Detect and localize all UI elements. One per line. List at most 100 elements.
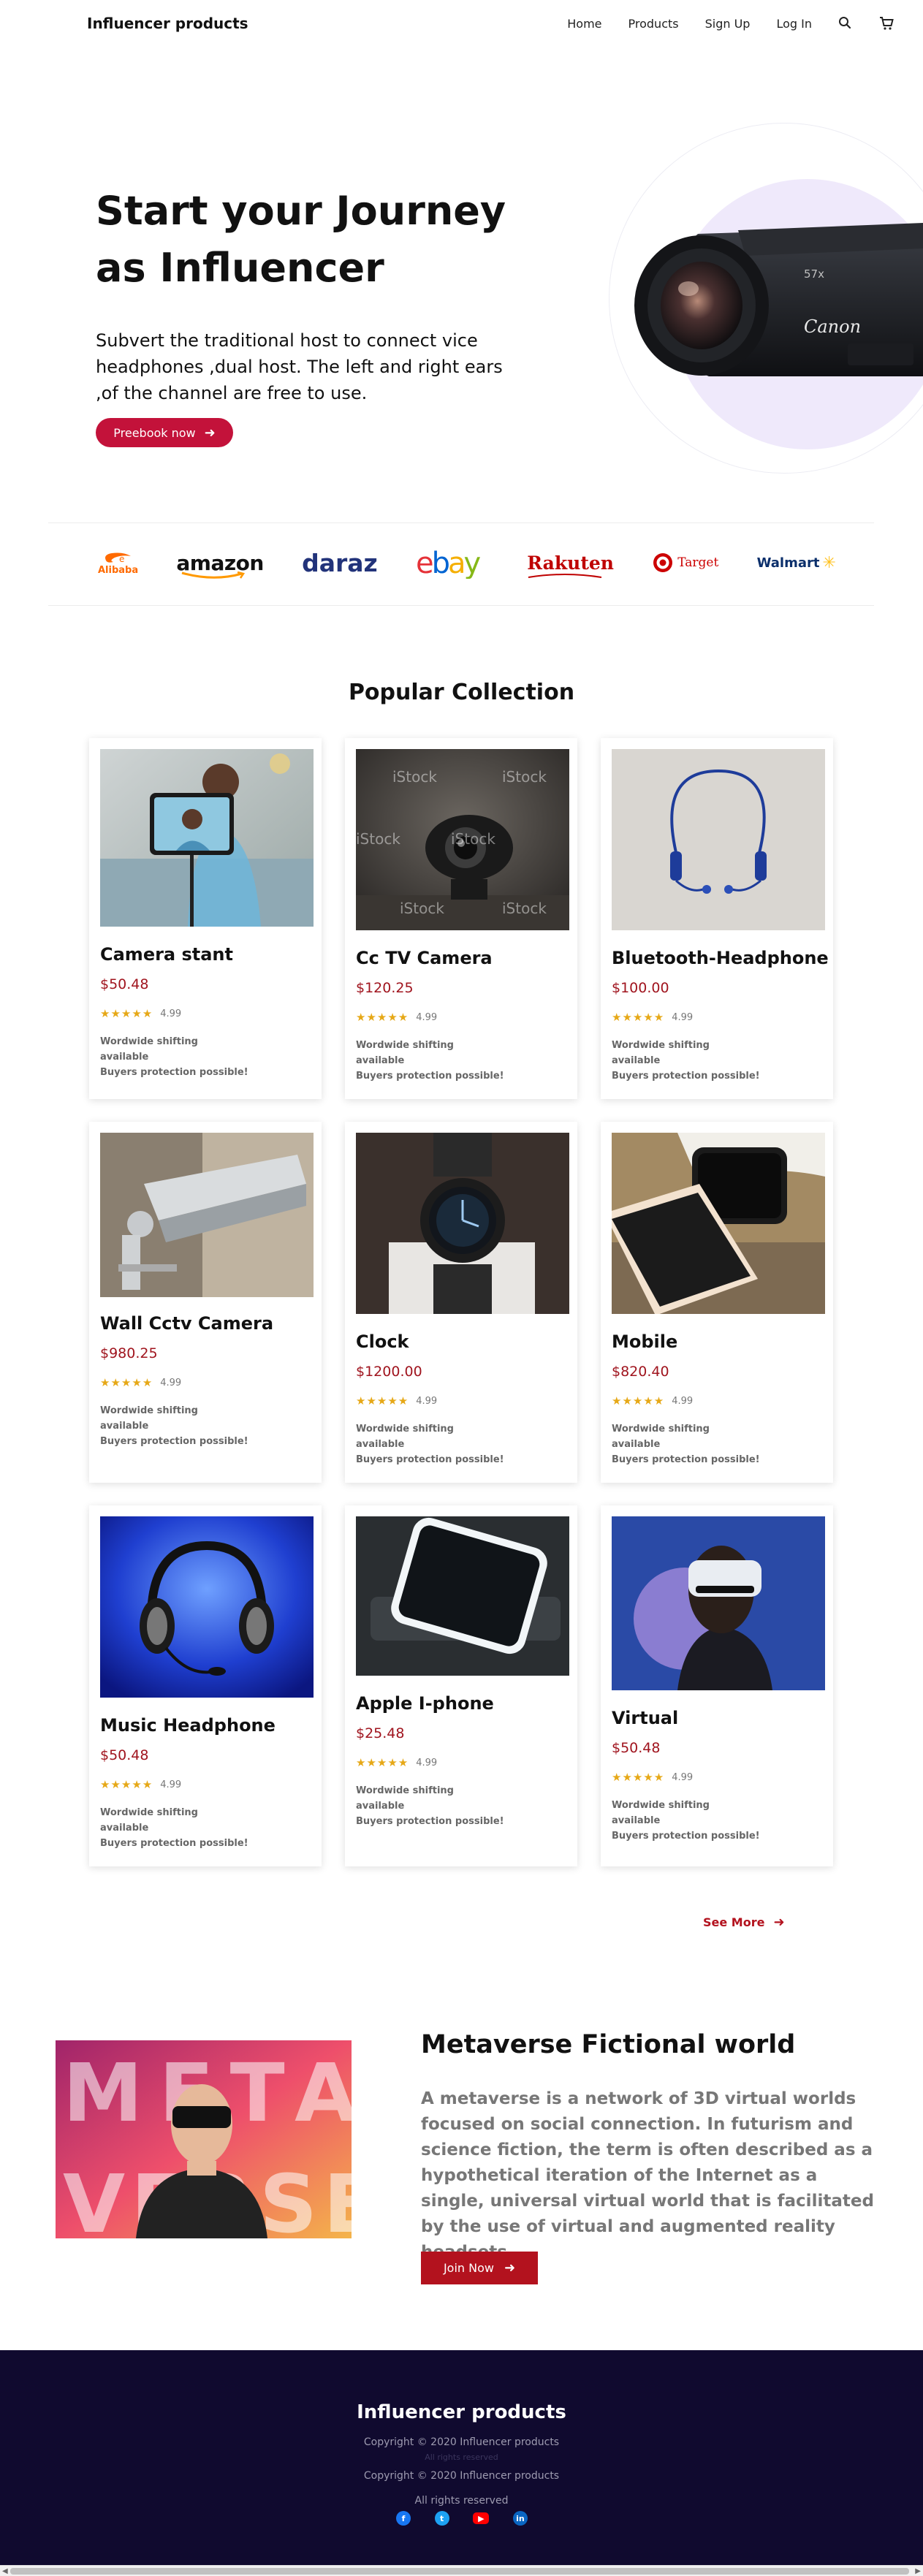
rating-value: 4.99 bbox=[416, 1395, 438, 1407]
alibaba-logo[interactable]: e Alibaba bbox=[98, 544, 138, 581]
alibaba-logo-text: Alibaba bbox=[98, 564, 139, 576]
product-image-camera-stand bbox=[100, 749, 314, 927]
product-name[interactable]: Apple I-phone bbox=[356, 1693, 494, 1714]
facebook-icon[interactable]: f bbox=[396, 2511, 411, 2526]
istock-watermark: iStock bbox=[451, 830, 495, 848]
product-card[interactable]: Bluetooth-Headphone $100.00 ★★★★★ 4.99 Wo… bbox=[601, 738, 833, 1099]
nav-link-home[interactable]: Home bbox=[567, 17, 601, 31]
youtube-icon[interactable]: ▶ bbox=[473, 2512, 490, 2524]
svg-text:e: e bbox=[119, 554, 124, 564]
info-shipping: Wordwide shifting bbox=[100, 1405, 198, 1416]
nav-links: Home Products Sign Up Log In bbox=[541, 16, 894, 31]
rakuten-logo-text: Rakuten bbox=[527, 552, 614, 574]
product-name[interactable]: Music Headphone bbox=[100, 1715, 276, 1736]
product-card[interactable]: Virtual $50.48 ★★★★★ 4.99 Wordwide shifti… bbox=[601, 1505, 833, 1866]
rating-value: 4.99 bbox=[672, 1395, 694, 1407]
linkedin-icon[interactable]: in bbox=[512, 2511, 528, 2526]
popular-collection-title: Popular Collection bbox=[348, 680, 575, 705]
product-rating: ★★★★★ 4.99 bbox=[612, 1011, 693, 1024]
brand-logo[interactable]: Influencer products bbox=[87, 15, 248, 32]
join-now-button[interactable]: Join Now ➜ bbox=[421, 2252, 538, 2284]
join-now-label: Join Now bbox=[443, 2261, 494, 2275]
footer-brand: Influencer products bbox=[357, 2401, 566, 2423]
social-links: f t ▶ in bbox=[396, 2511, 528, 2526]
info-protection: Buyers protection possible! bbox=[612, 1454, 760, 1465]
product-rating: ★★★★★ 4.99 bbox=[100, 1007, 181, 1020]
product-card[interactable]: Camera stant $50.48 ★★★★★ 4.99 Wordwide s… bbox=[89, 738, 322, 1099]
see-more-label: See More bbox=[703, 1915, 765, 1929]
arrow-right-icon: ➜ bbox=[504, 2260, 516, 2276]
product-card[interactable]: Music Headphone $50.48 ★★★★★ 4.99 Wordwid… bbox=[89, 1505, 322, 1866]
footer-copyright: Copyright © 2020 Influencer products bbox=[363, 2436, 560, 2448]
product-price: $1200.00 bbox=[356, 1364, 422, 1380]
info-shipping: Wordwide shifting bbox=[100, 1807, 198, 1818]
product-rating: ★★★★★ 4.99 bbox=[612, 1394, 693, 1407]
product-card[interactable]: Apple I-phone $25.48 ★★★★★ 4.99 Wordwide … bbox=[345, 1505, 577, 1866]
info-shipping: Wordwide shifting bbox=[356, 1424, 454, 1435]
product-name[interactable]: Mobile bbox=[612, 1331, 677, 1352]
rating-value: 4.99 bbox=[672, 1771, 694, 1783]
star-rating-icon: ★★★★★ bbox=[100, 1376, 153, 1389]
product-rating: ★★★★★ 4.99 bbox=[356, 1394, 437, 1407]
star-rating-icon: ★★★★★ bbox=[356, 1756, 409, 1769]
nav-link-login[interactable]: Log In bbox=[776, 17, 812, 31]
see-more-link[interactable]: See More ➜ bbox=[703, 1915, 785, 1930]
product-price: $100.00 bbox=[612, 980, 669, 996]
product-image-vr-headset bbox=[612, 1516, 825, 1690]
product-name[interactable]: Camera stant bbox=[100, 944, 233, 965]
product-price: $820.40 bbox=[612, 1364, 669, 1380]
star-rating-icon: ★★★★★ bbox=[356, 1394, 409, 1407]
product-info: Wordwide shifting available Buyers prote… bbox=[356, 1421, 504, 1467]
canon-logo-text: Canon bbox=[804, 316, 861, 337]
preebook-button[interactable]: Preebook now ➜ bbox=[96, 418, 233, 447]
amazon-logo[interactable]: amazon bbox=[176, 544, 264, 581]
product-price: $50.48 bbox=[100, 1747, 149, 1763]
product-name[interactable]: Virtual bbox=[612, 1708, 678, 1728]
nav-link-signup[interactable]: Sign Up bbox=[705, 17, 751, 31]
star-rating-icon: ★★★★★ bbox=[612, 1771, 665, 1784]
rakuten-logo[interactable]: Rakuten bbox=[527, 544, 614, 581]
ebay-logo[interactable]: ebay bbox=[416, 544, 489, 581]
product-image-bluetooth-headphone bbox=[612, 749, 825, 930]
twitter-icon[interactable]: t bbox=[434, 2511, 449, 2526]
product-info: Wordwide shifting available Buyers prote… bbox=[100, 1403, 248, 1449]
daraz-logo[interactable]: daraz bbox=[302, 544, 378, 581]
product-name[interactable]: Wall Cctv Camera bbox=[100, 1313, 273, 1334]
product-name[interactable]: Bluetooth-Headphone bbox=[612, 948, 829, 968]
product-card[interactable]: Wall Cctv Camera $980.25 ★★★★★ 4.99 Wordw… bbox=[89, 1122, 322, 1483]
daraz-logo-text: daraz bbox=[302, 548, 378, 577]
istock-watermark: iStock bbox=[356, 830, 400, 848]
scroll-left-icon[interactable]: ◀ bbox=[2, 2567, 8, 2575]
scroll-right-icon[interactable]: ▶ bbox=[915, 2567, 921, 2575]
product-card[interactable]: Clock $1200.00 ★★★★★ 4.99 Wordwide shifti… bbox=[345, 1122, 577, 1483]
target-logo-text: Target bbox=[677, 555, 719, 570]
footer-copyright: Copyright © 2020 Influencer products bbox=[363, 2470, 560, 2482]
product-image-iphone bbox=[356, 1516, 569, 1676]
product-name[interactable]: Clock bbox=[356, 1331, 409, 1352]
product-card[interactable]: iStock iStock iStock iStock iStock iStoc… bbox=[345, 738, 577, 1099]
info-availability: available bbox=[356, 1801, 405, 1812]
search-icon[interactable] bbox=[838, 16, 853, 31]
product-rating: ★★★★★ 4.99 bbox=[356, 1756, 437, 1769]
info-protection: Buyers protection possible! bbox=[100, 1067, 248, 1078]
info-availability: available bbox=[100, 1421, 149, 1432]
target-logo[interactable]: Target bbox=[652, 544, 718, 581]
horizontal-scrollbar[interactable]: ◀ ▶ bbox=[0, 2565, 923, 2576]
scrollbar-thumb[interactable] bbox=[10, 2568, 909, 2575]
info-protection: Buyers protection possible! bbox=[612, 1071, 760, 1082]
rating-value: 4.99 bbox=[160, 1008, 182, 1019]
product-name[interactable]: Cc TV Camera bbox=[356, 948, 493, 968]
info-availability: available bbox=[612, 1815, 661, 1826]
info-availability: available bbox=[612, 1439, 661, 1450]
footer-rights: All rights reserved bbox=[414, 2495, 509, 2507]
product-price: $25.48 bbox=[356, 1725, 405, 1741]
target-bullseye-icon bbox=[653, 553, 673, 572]
walmart-logo[interactable]: Walmart ✳ bbox=[757, 544, 836, 581]
cart-icon[interactable] bbox=[879, 16, 894, 31]
product-card[interactable]: Mobile $820.40 ★★★★★ 4.99 Wordwide shifti… bbox=[601, 1122, 833, 1483]
hero-title: Start your Journey as Influencer bbox=[96, 188, 506, 291]
nav-link-products[interactable]: Products bbox=[628, 17, 679, 31]
product-info: Wordwide shifting available Buyers prote… bbox=[356, 1783, 504, 1829]
product-price: $50.48 bbox=[612, 1740, 661, 1756]
rating-value: 4.99 bbox=[416, 1757, 438, 1768]
